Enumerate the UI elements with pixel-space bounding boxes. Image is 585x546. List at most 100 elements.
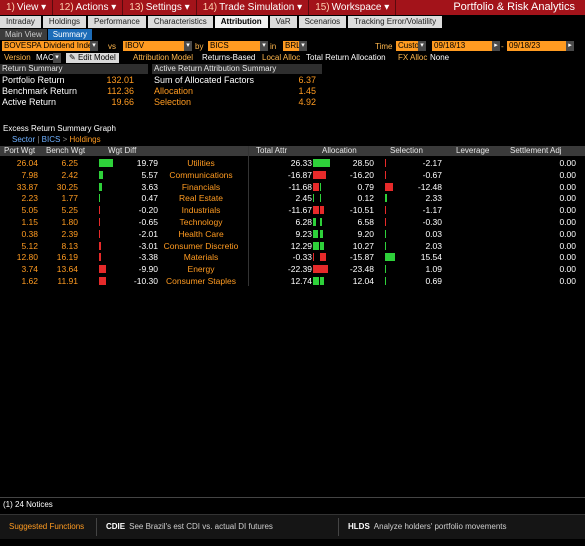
table-row[interactable]: 1.15 1.80 -0.65 Technology 6.28 6.58 -0.30 0.00 — [0, 216, 585, 228]
in-label: in — [270, 42, 277, 51]
edit-model-button[interactable]: ✎ Edit Model — [66, 53, 119, 63]
date-from-calendar-icon[interactable]: ▸ — [492, 41, 500, 51]
sum-allocated-label: Sum of Allocated Factors — [154, 75, 255, 85]
table-row[interactable]: 0.38 2.39 -2.01 Health Care 9.23 9.20 0.03 0.00 — [0, 228, 585, 240]
attribution-summary-header: Active Return Attribution Summary — [152, 64, 322, 74]
table-row[interactable]: 5.05 5.25 -0.20 Industrials -11.67 -10.51 -1.1… — [0, 204, 585, 216]
sector-name-cell[interactable]: Energy — [157, 263, 245, 275]
header-bench-wgt[interactable]: Bench Wgt — [46, 146, 85, 156]
version-label: Version — [4, 53, 31, 62]
sector-name-cell[interactable]: Financials — [157, 181, 245, 193]
local-alloc-value[interactable]: Total Return Allocation — [306, 52, 386, 63]
sector-name-cell[interactable]: Utilities — [157, 157, 245, 169]
sel-bar — [385, 194, 387, 203]
sector-name-cell[interactable]: Consumer Discretio — [157, 240, 245, 252]
footer-divider — [96, 518, 97, 536]
table-header: Port Wgt Bench Wgt Wgt Diff Total Attr A… — [0, 146, 585, 156]
table-row[interactable]: 12.80 16.19 -3.38 Materials -0.33 -15.87 15.54… — [0, 251, 585, 263]
menu-settings[interactable]: 13) Settings ▾ — [123, 0, 197, 15]
sector-name-cell[interactable]: Materials — [157, 251, 245, 263]
currency-dropdown-icon[interactable]: ▾ — [299, 41, 307, 51]
sector-name-cell[interactable]: Consumer Staples — [157, 275, 245, 287]
breadcrumb-holdings[interactable]: Holdings — [69, 135, 100, 144]
fx-alloc-value[interactable]: None — [430, 52, 449, 63]
table-row[interactable]: 2.23 1.77 0.47 Real Estate 2.45 0.12 2.33 0.00 — [0, 192, 585, 204]
wgt-bar — [99, 170, 103, 179]
footer-code-hlds: HLDS — [348, 522, 370, 531]
portfolio-return-row: Portfolio Return 132.01 — [2, 75, 134, 86]
attribution-model-value[interactable]: Returns-Based — [202, 52, 255, 63]
sector-name-cell[interactable]: Communications — [157, 169, 245, 181]
table-row[interactable]: 5.12 8.13 -3.01 Consumer Discretio 12.29 10.2… — [0, 240, 585, 252]
edit-model-label: Edit Model — [77, 53, 116, 62]
breadcrumb: Sector | BICS > Holdings — [12, 135, 101, 144]
total-bar — [313, 218, 317, 226]
sector-name-cell[interactable]: Technology — [157, 216, 245, 228]
header-total-attr[interactable]: Total Attr — [256, 146, 287, 156]
alloc-bar — [320, 194, 321, 203]
table-row[interactable]: 33.87 30.25 3.63 Financials -11.68 0.79 -12.48… — [0, 181, 585, 193]
subtab-main-view[interactable]: Main View — [0, 29, 47, 40]
total-bar — [313, 253, 314, 262]
tab-tracking-error[interactable]: Tracking Error/Volatility — [348, 16, 443, 28]
header-allocation[interactable]: Allocation — [322, 146, 357, 156]
benchmark-dropdown-icon[interactable]: ▾ — [184, 41, 192, 51]
header-port-wgt[interactable]: Port Wgt — [4, 146, 35, 156]
settlement-adj-cell: 0.00 — [559, 276, 576, 286]
sector-name-cell[interactable]: Industrials — [157, 204, 245, 216]
allocation-cell: 6.58 — [357, 217, 374, 227]
header-wgt-diff[interactable]: Wgt Diff — [108, 146, 136, 156]
alloc-bar — [320, 206, 324, 215]
alloc-bar — [320, 229, 324, 238]
time-mode-dropdown-icon[interactable]: ▾ — [418, 41, 426, 51]
subtab-summary[interactable]: Summary — [47, 29, 92, 40]
header-selection[interactable]: Selection — [390, 146, 423, 156]
menu-actions[interactable]: 12) Actions ▾ — [53, 0, 124, 15]
tab-scenarios[interactable]: Scenarios — [298, 16, 347, 28]
sector-name-cell[interactable]: Real Estate — [157, 192, 245, 204]
table-row[interactable]: 3.74 13.64 -9.90 Energy -22.39 -23.48 1.09 0.00 — [0, 263, 585, 275]
tab-holdings[interactable]: Holdings — [42, 16, 87, 28]
total-attr-cell: -0.33 — [292, 252, 312, 263]
breadcrumb-bics[interactable]: BICS — [42, 135, 61, 144]
wgt-bar — [99, 194, 100, 203]
tab-performance[interactable]: Performance — [88, 16, 146, 28]
allocation-summary-row: Allocation 1.45 — [154, 86, 316, 97]
sector-name-cell[interactable]: Health Care — [157, 228, 245, 240]
date-to-calendar-icon[interactable]: ▸ — [566, 41, 574, 51]
tab-var[interactable]: VaR — [269, 16, 297, 28]
portfolio-field[interactable]: BOVESPA Dividend Inde — [2, 41, 90, 51]
table-row[interactable]: 1.62 11.91 -10.30 Consumer Staples 12.74 12.0… — [0, 275, 585, 287]
footer-desc-cdie: See Brazil's est CDI vs. actual DI futur… — [129, 522, 273, 531]
benchmark-field[interactable]: IBOV — [123, 41, 184, 51]
footer-item-hlds[interactable]: HLDS Analyze holders' portfolio movements — [348, 515, 506, 539]
grouping-field[interactable]: BICS — [208, 41, 260, 51]
version-value[interactable]: MAC — [36, 52, 54, 63]
time-mode-field[interactable]: Custo — [396, 41, 418, 51]
grouping-dropdown-icon[interactable]: ▾ — [260, 41, 268, 51]
menu-workspace[interactable]: 15) Workspace ▾ — [309, 0, 397, 15]
breadcrumb-sector[interactable]: Sector — [12, 135, 35, 144]
table-row[interactable]: 26.04 6.25 19.79 Utilities 26.33 28.50 -2.17 0.… — [0, 157, 585, 169]
tab-intraday[interactable]: Intraday — [0, 16, 41, 28]
header-settlement-adj[interactable]: Settlement Adj — [510, 146, 562, 156]
date-from-field[interactable]: 09/18/13 — [432, 41, 492, 51]
tab-attribution[interactable]: Attribution — [214, 16, 268, 28]
menu-trade-simulation[interactable]: 14) Trade Simulation ▾ — [197, 0, 310, 15]
allocation-cell: 0.79 — [357, 181, 374, 192]
notices-bar[interactable]: (1) 24 Notices — [0, 497, 585, 512]
footer-item-cdie[interactable]: CDIE See Brazil's est CDI vs. actual DI f… — [106, 515, 273, 539]
port-wgt-cell: 1.62 — [21, 276, 38, 286]
menu-view[interactable]: 1) View ▾ — [0, 0, 54, 15]
version-dropdown-icon[interactable]: ▾ — [53, 53, 61, 63]
portfolio-dropdown-icon[interactable]: ▾ — [90, 41, 98, 51]
port-wgt-cell: 0.38 — [21, 228, 38, 239]
table-row[interactable]: 7.98 2.42 5.57 Communications -16.87 -16.20 -0… — [0, 169, 585, 181]
wgt-diff-cell: 0.47 — [141, 193, 158, 204]
wgt-bar — [99, 182, 102, 191]
header-leverage[interactable]: Leverage — [456, 146, 489, 156]
tab-characteristics[interactable]: Characteristics — [147, 16, 213, 28]
pencil-icon: ✎ — [69, 53, 78, 62]
date-to-field[interactable]: 09/18/23 — [507, 41, 566, 51]
currency-field[interactable]: BRL — [283, 41, 299, 51]
